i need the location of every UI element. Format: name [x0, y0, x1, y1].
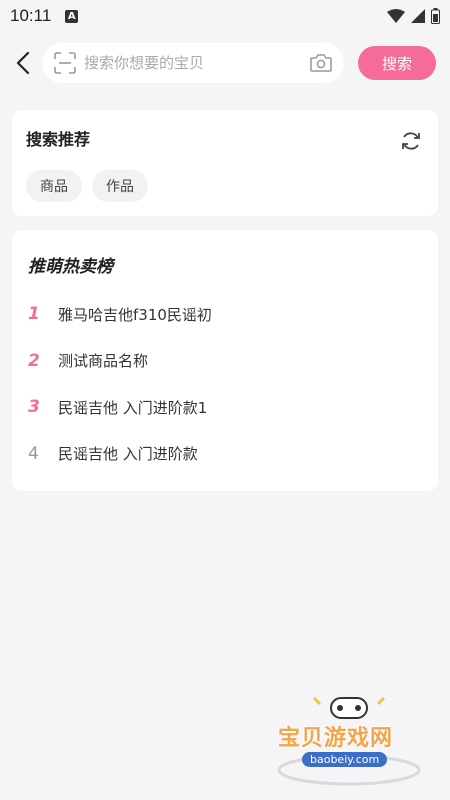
search-row: 搜索 — [0, 38, 450, 88]
hot-sales-item[interactable]: 2 测试商品名称 — [28, 338, 424, 385]
recommend-tags: 商品 作品 — [26, 170, 424, 202]
notification-icon: A — [65, 9, 79, 23]
hot-sales-item[interactable]: 4 民谣吉他 入门进阶款 — [28, 431, 424, 478]
recommend-tag[interactable]: 作品 — [92, 170, 148, 202]
search-recommend-card: 搜索推荐 商品 作品 — [12, 110, 438, 216]
scan-icon[interactable] — [54, 52, 76, 74]
chevron-left-icon — [16, 51, 30, 75]
status-bar: 10:11 A — [0, 0, 450, 32]
watermark-text: 宝贝游戏网 — [278, 726, 394, 751]
hot-sales-card: 推萌热卖榜 1 雅马哈吉他f310民谣初 2 测试商品名称 3 民谣吉他 入门进… — [12, 230, 438, 491]
search-box — [42, 43, 344, 83]
recommend-tag[interactable]: 商品 — [26, 170, 82, 202]
item-name: 测试商品名称 — [58, 352, 149, 371]
hot-sales-item[interactable]: 1 雅马哈吉他f310民谣初 — [28, 291, 424, 338]
hot-sales-item[interactable]: 3 民谣吉他 入门进阶款1 — [28, 384, 424, 431]
hot-sales-title: 推萌热卖榜 — [28, 257, 113, 277]
rank-number: 4 — [28, 443, 39, 464]
search-button[interactable]: 搜索 — [358, 46, 436, 80]
battery-icon — [431, 8, 440, 24]
recommend-title: 搜索推荐 — [26, 130, 91, 149]
status-time: 10:11 — [10, 6, 52, 25]
refresh-icon[interactable] — [400, 130, 422, 152]
search-input[interactable] — [84, 54, 310, 72]
wifi-icon — [387, 9, 405, 23]
watermark-logo: 宝贝游戏网 baobeiy.com — [274, 690, 424, 786]
item-name: 民谣吉他 入门进阶款 — [58, 445, 198, 464]
hot-sales-list: 1 雅马哈吉他f310民谣初 2 测试商品名称 3 民谣吉他 入门进阶款1 4 … — [28, 291, 424, 477]
rank-number: 3 — [28, 397, 40, 418]
item-name: 民谣吉他 入门进阶款1 — [58, 398, 208, 417]
back-button[interactable] — [10, 43, 36, 83]
signal-icon — [411, 9, 425, 23]
rank-number: 1 — [28, 304, 40, 325]
camera-icon[interactable] — [310, 54, 332, 72]
watermark-url: baobeiy.com — [302, 752, 388, 767]
rank-number: 2 — [28, 350, 40, 371]
item-name: 雅马哈吉他f310民谣初 — [58, 305, 212, 324]
